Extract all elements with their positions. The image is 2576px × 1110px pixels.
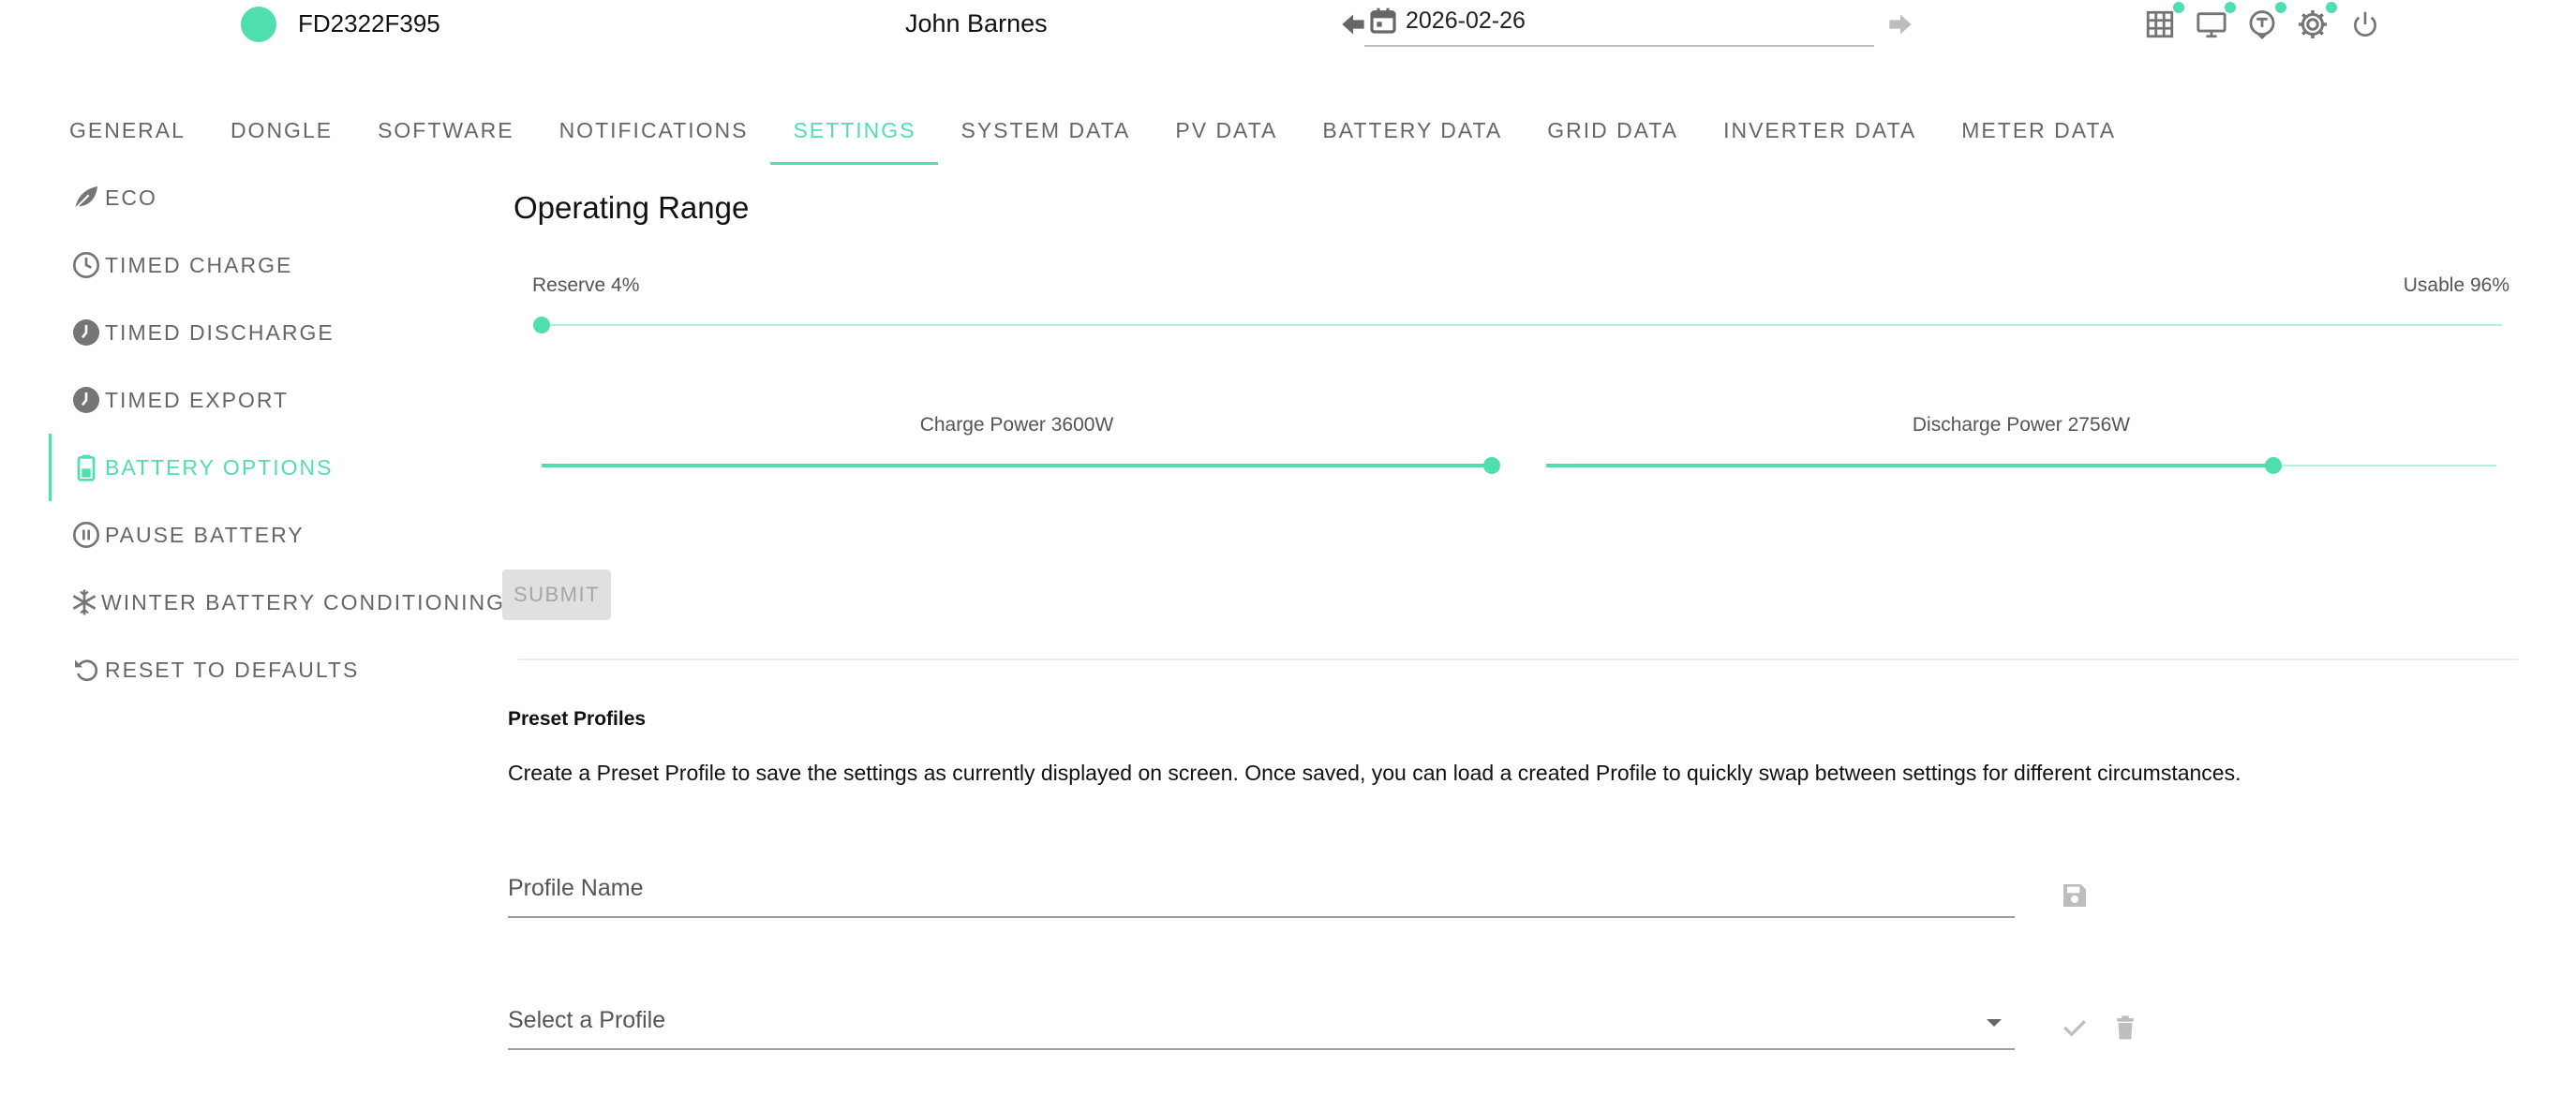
sidebar-item-label: BATTERY OPTIONS: [105, 454, 334, 480]
sidebar-item-label: WINTER BATTERY CONDITIONING: [101, 589, 505, 614]
sidebar-item-label: TIMED CHARGE: [105, 252, 293, 277]
check-icon: [2063, 1020, 2086, 1037]
power-icon: [2354, 11, 2376, 37]
submit-button[interactable]: SUBMIT: [502, 570, 611, 620]
clock-filled-icon: [69, 383, 103, 417]
sidebar-item-battery-options[interactable]: BATTERY OPTIONS: [49, 434, 483, 501]
monitor-icon: [2196, 12, 2226, 38]
dropdown-arrow-icon: [1985, 1016, 2003, 1033]
tab-settings[interactable]: SETTINGS: [770, 101, 939, 165]
sidebar-item-winter-battery-conditioning[interactable]: WINTER BATTERY CONDITIONING: [49, 569, 503, 636]
profile-select[interactable]: Select a Profile: [508, 996, 2015, 1050]
user-name: John Barnes: [905, 9, 1048, 37]
tab-meter-data[interactable]: METER DATA: [1939, 101, 2138, 165]
clock-filled-icon: [69, 316, 103, 349]
sidebar-item-label: TIMED EXPORT: [105, 387, 290, 412]
calendar-icon: [1368, 6, 1398, 40]
settings-button[interactable]: [2294, 2, 2337, 43]
trash-icon: [2117, 1015, 2134, 1040]
tab-dongle[interactable]: DONGLE: [208, 101, 355, 165]
reserve-slider-thumb[interactable]: [533, 317, 550, 333]
leaf-icon: [69, 181, 103, 215]
tab-system-data[interactable]: SYSTEM DATA: [938, 101, 1153, 165]
grid-view-button[interactable]: [2141, 2, 2184, 43]
clock-icon: [69, 248, 103, 282]
sidebar-item-pause-battery[interactable]: PAUSE BATTERY: [49, 501, 480, 569]
sidebar-item-eco[interactable]: ECO: [49, 164, 480, 231]
main-tabs: GENERAL DONGLE SOFTWARE NOTIFICATIONS SE…: [47, 101, 2138, 165]
date-picker[interactable]: 2026-02-26: [1364, 2, 1874, 47]
monitor-button[interactable]: [2193, 2, 2236, 43]
save-profile-button[interactable]: [2056, 877, 2093, 914]
notification-dot: [2326, 2, 2337, 13]
sidebar-item-timed-discharge[interactable]: TIMED DISCHARGE: [49, 299, 480, 366]
sidebar-item-label: PAUSE BATTERY: [105, 522, 305, 547]
grid-icon: [2146, 10, 2174, 38]
settings-icon: [2299, 10, 2327, 38]
discharge-power-label: Discharge Power 2756W: [1912, 414, 2131, 436]
arrow-right-icon: [1889, 14, 1912, 35]
tag-button[interactable]: [2243, 2, 2286, 43]
tag-icon: [2249, 10, 2275, 40]
sidebar-item-timed-charge[interactable]: TIMED CHARGE: [49, 231, 480, 299]
tab-pv-data[interactable]: PV DATA: [1153, 101, 1300, 165]
charge-power-slider-thumb[interactable]: [1483, 457, 1500, 474]
divider: [518, 659, 2518, 660]
profile-name-placeholder: Profile Name: [508, 875, 644, 901]
notification-dot: [2173, 2, 2184, 13]
charge-power-fill: [542, 464, 1492, 467]
power-button[interactable]: [2346, 6, 2384, 43]
tab-general[interactable]: GENERAL: [47, 101, 208, 165]
delete-profile-button[interactable]: [2107, 1009, 2144, 1046]
notification-dot: [2225, 2, 2236, 13]
operating-range-track: [542, 324, 2502, 326]
load-profile-button[interactable]: [2056, 1009, 2093, 1046]
notification-dot: [2275, 2, 2286, 13]
profile-select-placeholder: Select a Profile: [508, 1007, 666, 1033]
date-value: 2026-02-26: [1406, 7, 1526, 34]
usable-label: Usable 96%: [2403, 274, 2509, 296]
profile-name-field[interactable]: Profile Name: [508, 864, 2015, 918]
status-indicator: [241, 7, 276, 42]
discharge-power-slider-thumb[interactable]: [2265, 457, 2283, 474]
reset-icon: [69, 653, 103, 687]
tab-grid-data[interactable]: GRID DATA: [1525, 101, 1701, 165]
discharge-power-fill: [1546, 464, 2274, 467]
tab-inverter-data[interactable]: INVERTER DATA: [1701, 101, 1939, 165]
sidebar-item-timed-export[interactable]: TIMED EXPORT: [49, 366, 480, 434]
sidebar-item-label: RESET TO DEFAULTS: [105, 657, 360, 682]
tab-software[interactable]: SOFTWARE: [355, 101, 536, 165]
tab-notifications[interactable]: NOTIFICATIONS: [537, 101, 771, 165]
snowflake-icon: [69, 585, 99, 619]
tab-battery-data[interactable]: BATTERY DATA: [1300, 101, 1525, 165]
reserve-label: Reserve 4%: [532, 274, 640, 296]
next-date-button[interactable]: [1884, 7, 1917, 41]
section-title: Operating Range: [514, 190, 750, 225]
device-id: FD2322F395: [298, 9, 440, 37]
preset-profiles-title: Preset Profiles: [508, 708, 647, 730]
battery-icon: [69, 451, 103, 484]
sidebar-item-reset-to-defaults[interactable]: RESET TO DEFAULTS: [49, 636, 480, 703]
charge-power-label: Charge Power 3600W: [919, 414, 1114, 436]
arrow-left-icon: [1342, 14, 1364, 35]
save-icon: [2063, 884, 2086, 907]
pause-icon: [69, 518, 103, 552]
sidebar-item-label: TIMED DISCHARGE: [105, 319, 335, 345]
sidebar-item-label: ECO: [105, 185, 157, 210]
preset-profiles-description: Create a Preset Profile to save the sett…: [508, 761, 2241, 785]
